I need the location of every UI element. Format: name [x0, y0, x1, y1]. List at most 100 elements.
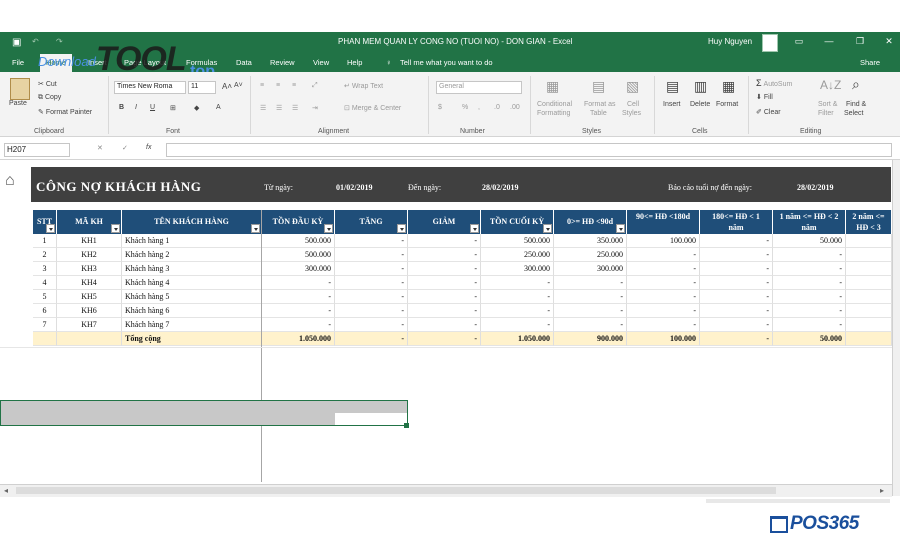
customer-name-cell[interactable]: Khách hàng 1 — [122, 234, 262, 248]
table-cell[interactable]: - — [481, 304, 554, 318]
column-header[interactable]: 90<= HĐ <180d — [627, 210, 700, 234]
paste-button[interactable]: Paste — [9, 100, 27, 107]
table-cell[interactable]: 5 — [33, 290, 57, 304]
increase-decimal-icon[interactable]: .0 — [494, 104, 500, 111]
table-cell[interactable]: - — [335, 318, 408, 332]
column-header[interactable]: GIẢM — [408, 210, 481, 234]
insert-cells-button[interactable]: Insert — [663, 101, 681, 108]
table-cell[interactable]: - — [554, 318, 627, 332]
total-label[interactable]: Tổng cộng — [122, 332, 262, 346]
tell-me-search[interactable]: Tell me what you want to do — [400, 58, 493, 67]
indent-icon[interactable]: ⇥ — [312, 104, 318, 112]
table-cell[interactable]: 100.000 — [627, 234, 700, 248]
table-cell[interactable]: - — [627, 248, 700, 262]
table-cell[interactable]: - — [481, 290, 554, 304]
customer-name-cell[interactable]: Khách hàng 7 — [122, 318, 262, 332]
table-cell[interactable]: - — [773, 248, 846, 262]
column-header[interactable]: STT — [33, 210, 57, 234]
customer-name-cell[interactable]: Khách hàng 3 — [122, 262, 262, 276]
table-cell[interactable]: - — [408, 234, 481, 248]
table-cell[interactable]: 50.000 — [773, 234, 846, 248]
orientation-icon[interactable]: ⤢ — [312, 82, 318, 90]
delete-cells-button[interactable]: Delete — [690, 101, 710, 108]
table-cell[interactable]: - — [554, 304, 627, 318]
column-header[interactable]: MÃ KH — [57, 210, 122, 234]
autosum-button[interactable]: Σ AutoSum — [756, 78, 792, 88]
conditional-formatting-button[interactable]: Conditional — [537, 101, 572, 108]
total-cell[interactable]: - — [700, 332, 773, 346]
column-header[interactable]: 1 năm <= HĐ < 2 năm — [773, 210, 846, 234]
table-cell[interactable]: - — [627, 304, 700, 318]
table-cell[interactable] — [846, 248, 892, 262]
table-cell[interactable]: 500.000 — [262, 248, 335, 262]
decrease-decimal-icon[interactable]: .00 — [510, 104, 520, 111]
cut-button[interactable]: ✂ Cut — [38, 80, 57, 88]
table-cell[interactable]: - — [262, 318, 335, 332]
worksheet[interactable]: ⌂ CÔNG NỢ KHÁCH HÀNG Từ ngày: 01/02/2019… — [0, 160, 892, 484]
table-cell[interactable]: - — [262, 290, 335, 304]
table-cell[interactable]: - — [408, 290, 481, 304]
table-cell[interactable]: - — [627, 318, 700, 332]
font-size-select[interactable]: 11 — [188, 81, 216, 94]
table-cell[interactable]: KH1 — [57, 234, 122, 248]
table-cell[interactable]: - — [335, 276, 408, 290]
table-cell[interactable]: KH6 — [57, 304, 122, 318]
align-right-icon[interactable]: ☰ — [292, 104, 298, 112]
format-as-table-button[interactable]: Format as — [584, 101, 616, 108]
copy-button[interactable]: ⧉ Copy — [38, 94, 61, 102]
tab-file[interactable]: File — [12, 58, 24, 67]
table-cell[interactable]: 1 — [33, 234, 57, 248]
tab-review[interactable]: Review — [270, 58, 295, 67]
filter-dropdown-icon[interactable] — [543, 224, 552, 233]
align-bottom-icon[interactable]: ≡ — [292, 82, 296, 89]
table-cell[interactable]: - — [408, 304, 481, 318]
table-cell[interactable]: - — [700, 262, 773, 276]
table-cell[interactable] — [846, 304, 892, 318]
table-cell[interactable]: 300.000 — [481, 262, 554, 276]
table-cell[interactable]: - — [773, 290, 846, 304]
table-cell[interactable]: 250.000 — [554, 248, 627, 262]
column-header[interactable]: TÊN KHÁCH HÀNG — [122, 210, 262, 234]
filter-dropdown-icon[interactable] — [397, 224, 406, 233]
avatar[interactable] — [762, 34, 778, 52]
filter-dropdown-icon[interactable] — [324, 224, 333, 233]
format-cells-button[interactable]: Format — [716, 101, 738, 108]
table-cell[interactable]: 2 — [33, 248, 57, 262]
tab-help[interactable]: Help — [347, 58, 362, 67]
function-icon[interactable]: fx — [146, 144, 151, 151]
clear-button[interactable]: ✐ Clear — [756, 108, 781, 116]
table-cell[interactable] — [846, 234, 892, 248]
table-cell[interactable]: - — [481, 276, 554, 290]
table-cell[interactable]: 500.000 — [481, 234, 554, 248]
table-cell[interactable] — [846, 290, 892, 304]
save-icon[interactable]: ▣ — [12, 37, 21, 48]
total-cell[interactable]: - — [335, 332, 408, 346]
tab-data[interactable]: Data — [236, 58, 252, 67]
total-cell[interactable]: 1.050.000 — [481, 332, 554, 346]
enter-icon[interactable]: ✓ — [122, 144, 128, 152]
scroll-left-icon[interactable]: ◂ — [4, 486, 8, 495]
total-cell[interactable]: 1.050.000 — [262, 332, 335, 346]
align-top-icon[interactable]: ≡ — [260, 82, 264, 89]
table-cell[interactable]: 250.000 — [481, 248, 554, 262]
cancel-icon[interactable]: ✕ — [97, 144, 103, 152]
table-cell[interactable]: 350.000 — [554, 234, 627, 248]
column-header[interactable]: TĂNG — [335, 210, 408, 234]
font-color-icon[interactable]: A — [216, 104, 221, 111]
filter-dropdown-icon[interactable] — [46, 224, 55, 233]
table-cell[interactable]: 300.000 — [554, 262, 627, 276]
total-cell[interactable]: 900.000 — [554, 332, 627, 346]
column-header[interactable]: 2 năm <= HĐ < 3 năm — [846, 210, 892, 234]
align-center-icon[interactable]: ☰ — [276, 104, 282, 112]
table-cell[interactable]: KH7 — [57, 318, 122, 332]
table-cell[interactable]: - — [700, 304, 773, 318]
scroll-thumb[interactable] — [16, 487, 776, 494]
fill-color-icon[interactable]: ◆ — [194, 104, 199, 112]
table-cell[interactable]: - — [335, 262, 408, 276]
horizontal-scrollbar[interactable]: ◂ ▸ — [0, 484, 892, 497]
number-format-select[interactable]: General — [436, 81, 522, 94]
total-cell[interactable] — [846, 332, 892, 346]
percent-icon[interactable]: % — [462, 104, 468, 111]
column-header[interactable]: TỒN CUỐI KỲ — [481, 210, 554, 234]
wrap-text-button[interactable]: ↵ Wrap Text — [344, 82, 383, 90]
